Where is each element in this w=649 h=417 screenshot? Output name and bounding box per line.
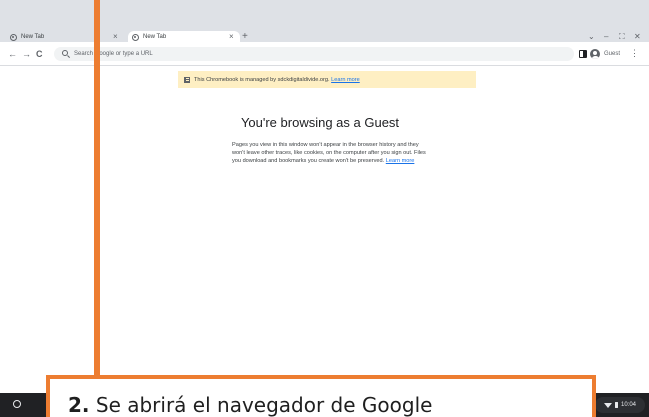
close-icon[interactable]: × (229, 32, 234, 41)
building-icon (184, 76, 190, 83)
status-tray[interactable]: 10:04 (595, 397, 645, 413)
callout-box: 2. Se abrirá el navegador de Google (46, 375, 596, 417)
callout-message: Se abrirá el navegador de Google (95, 393, 433, 417)
callout-step: 2. (68, 393, 90, 417)
page-title: You're browsing as a Guest (240, 115, 400, 130)
omnibox[interactable]: Search Google or type a URL (54, 47, 574, 61)
globe-icon (10, 33, 17, 41)
managed-notice-text: This Chromebook is managed by sdckdigita… (194, 76, 330, 83)
tab-label: New Tab (21, 34, 45, 40)
back-icon[interactable]: ← (8, 49, 17, 59)
search-icon (62, 50, 68, 56)
close-icon[interactable]: × (113, 32, 118, 41)
guest-avatar-icon[interactable] (590, 49, 600, 59)
tab-label: New Tab (143, 34, 167, 40)
profile-label[interactable]: Guest (604, 50, 620, 58)
managed-learn-more-link[interactable]: Learn more (331, 77, 360, 83)
globe-icon (132, 33, 139, 41)
side-panel-icon[interactable] (579, 50, 587, 58)
callout-text: 2. Se abrirá el navegador de Google (68, 393, 432, 417)
reload-icon[interactable]: C (36, 49, 43, 59)
managed-notice-banner: This Chromebook is managed by sdckdigita… (178, 71, 476, 88)
launcher-icon[interactable] (13, 400, 21, 408)
omnibox-placeholder[interactable]: Search Google or type a URL (74, 50, 153, 58)
forward-icon[interactable]: → (22, 49, 31, 59)
wifi-icon (603, 402, 612, 408)
battery-icon (614, 402, 618, 408)
menu-icon[interactable]: ⋮ (630, 48, 639, 58)
clock: 10:04 (620, 402, 636, 408)
guest-description: Pages you view in this window won't appe… (232, 141, 432, 165)
callout-pointer-line (94, 0, 100, 380)
guest-learn-more-link[interactable]: Learn more (386, 158, 415, 164)
